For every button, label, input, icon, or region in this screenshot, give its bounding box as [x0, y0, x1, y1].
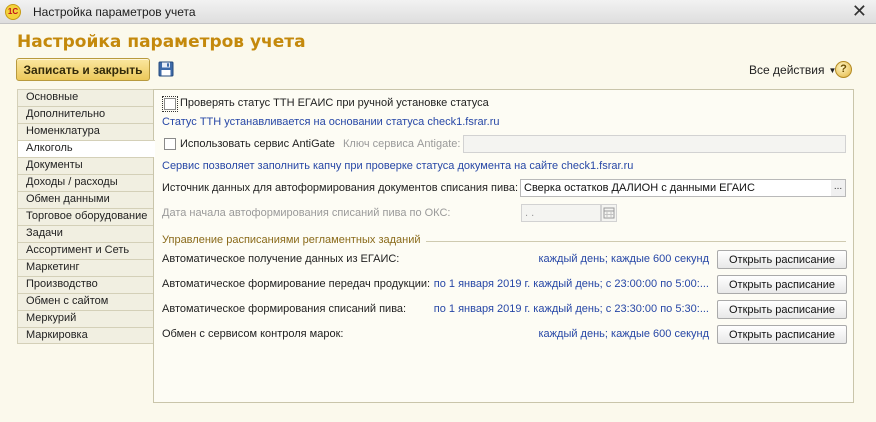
page-title: Настройка параметров учета — [17, 32, 306, 52]
beer-source-select-button[interactable]: ... — [831, 179, 846, 197]
sidebar-item-assortiment[interactable]: Ассортимент и Сеть — [17, 242, 154, 259]
open-schedule-button-product-transfer[interactable]: Открыть расписание — [717, 275, 847, 294]
alcohol-settings-panel: Проверять статус ТТН ЕГАИС при ручной ус… — [153, 89, 854, 403]
save-icon[interactable] — [158, 61, 174, 77]
check-ttn-status-checkbox[interactable] — [162, 96, 178, 112]
schedule-link-beer-writeoff[interactable]: по 1 января 2019 г. каждый день; с 23:30… — [429, 303, 709, 315]
window-title: Настройка параметров учета — [33, 5, 196, 19]
schedule-label-beer-writeoff: Автоматическое формирования списаний пив… — [162, 303, 407, 315]
section-divider — [426, 241, 846, 242]
sidebar-item-nomenklatura[interactable]: Номенклатура — [17, 123, 154, 140]
close-icon[interactable]: ✕ — [852, 1, 867, 21]
schedule-label-product-transfer: Автоматическое формирование передач прод… — [162, 278, 431, 290]
schedule-label-mark-control: Обмен с сервисом контроля марок: — [162, 328, 344, 340]
sidebar-item-dokhody-raskhody[interactable]: Доходы / расходы — [17, 174, 154, 191]
sidebar-item-proizvodstvo[interactable]: Производство — [17, 276, 154, 293]
check-ttn-status-label: Проверять статус ТТН ЕГАИС при ручной ус… — [180, 97, 489, 109]
check-ttn-hint: Статус ТТН устанавливается на основании … — [162, 116, 500, 128]
beer-start-date-input[interactable]: . . — [521, 204, 601, 222]
sidebar-item-obmen-dannymi[interactable]: Обмен данными — [17, 191, 154, 208]
all-actions-label: Все действия — [749, 63, 825, 77]
beer-source-input[interactable]: Сверка остатков ДАЛИОН с данными ЕГАИС — [520, 179, 832, 197]
schedule-link-product-transfer[interactable]: по 1 января 2019 г. каждый день; с 23:00… — [429, 278, 709, 290]
open-schedule-button-egais-receive[interactable]: Открыть расписание — [717, 250, 847, 269]
settings-sidebar: Основные Дополнительно Номенклатура Алко… — [17, 89, 155, 344]
schedules-section-title: Управление расписаниями регламентных зад… — [162, 234, 421, 246]
schedule-link-mark-control[interactable]: каждый день; каждые 600 секунд — [429, 328, 710, 340]
schedule-link-egais-receive[interactable]: каждый день; каждые 600 секунд — [429, 253, 710, 265]
help-icon[interactable]: ? — [835, 61, 852, 78]
app-logo-icon: 1С — [5, 4, 21, 20]
antigate-key-label: Ключ сервиса Antigate: — [343, 138, 461, 150]
sidebar-item-merkuriy[interactable]: Меркурий — [17, 310, 154, 327]
use-antigate-checkbox[interactable] — [164, 138, 176, 150]
antigate-key-input[interactable] — [463, 135, 846, 153]
sidebar-item-osnovnye[interactable]: Основные — [17, 89, 154, 106]
schedule-label-egais-receive: Автоматическое получение данных из ЕГАИС… — [162, 253, 400, 265]
sidebar-item-markirovka[interactable]: Маркировка — [17, 327, 154, 344]
sidebar-item-marketing[interactable]: Маркетинг — [17, 259, 154, 276]
sidebar-item-dopolnitelno[interactable]: Дополнительно — [17, 106, 154, 123]
sidebar-item-alkogol[interactable]: Алкоголь — [17, 140, 155, 157]
open-schedule-button-mark-control[interactable]: Открыть расписание — [717, 325, 847, 344]
sidebar-item-dokumenty[interactable]: Документы — [17, 157, 154, 174]
sidebar-item-zadachi[interactable]: Задачи — [17, 225, 154, 242]
sidebar-item-obmen-s-saitom[interactable]: Обмен с сайтом — [17, 293, 154, 310]
beer-source-label: Источник данных для автоформирования док… — [162, 182, 519, 194]
window-titlebar: 1С Настройка параметров учета ✕ — [0, 0, 876, 24]
use-antigate-label: Использовать сервис AntiGate — [180, 138, 335, 150]
calendar-icon[interactable] — [601, 204, 617, 222]
sidebar-item-torgovoe-oborudovanie[interactable]: Торговое оборудование — [17, 208, 154, 225]
all-actions-menu[interactable]: Все действия ▼ — [749, 63, 836, 77]
antigate-hint: Сервис позволяет заполнить капчу при про… — [162, 160, 634, 172]
open-schedule-button-beer-writeoff[interactable]: Открыть расписание — [717, 300, 847, 319]
beer-start-date-label: Дата начала автоформирования списаний пи… — [162, 207, 451, 219]
save-and-close-button[interactable]: Записать и закрыть — [16, 58, 150, 81]
